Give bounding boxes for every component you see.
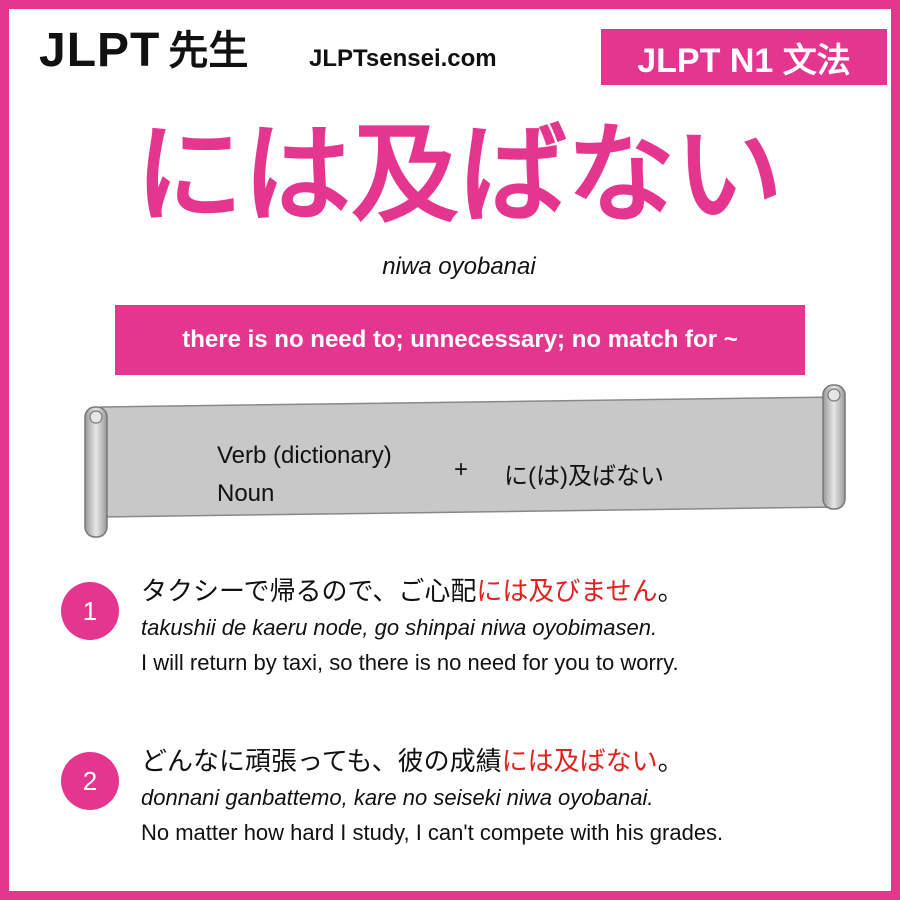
formula-plus: + bbox=[454, 456, 469, 483]
site-url[interactable]: JLPTsensei.com bbox=[309, 45, 497, 73]
example-english: I will return by taxi, so there is no ne… bbox=[141, 650, 679, 675]
formula-verb: Verb (dictionary) bbox=[217, 442, 392, 469]
level-badge: JLPT N1 文法 bbox=[601, 29, 887, 85]
jp-highlight: には及びません bbox=[476, 576, 658, 606]
jp-punct: 。 bbox=[657, 576, 684, 606]
jp-highlight: には及ばない bbox=[501, 746, 658, 776]
formula-pattern: に(は)及ばない bbox=[504, 463, 664, 490]
example-romaji: donnani ganbattemo, kare no seiseki niwa… bbox=[141, 785, 654, 810]
example-number-badge: 1 bbox=[61, 582, 119, 640]
logo-text: JLPT bbox=[39, 24, 161, 77]
example-romaji: takushii de kaeru node, go shinpai niwa … bbox=[141, 615, 658, 640]
jp-punct: 。 bbox=[657, 746, 684, 776]
example-english: No matter how hard I study, I can't comp… bbox=[141, 820, 724, 845]
grammar-romaji: niwa oyobanai bbox=[382, 253, 536, 280]
page-frame: JLPT 先生 JLPTsensei.com JLPT N1 文法 には及ばない… bbox=[0, 0, 900, 900]
jp-text: どんなに頑張っても、彼の成績 bbox=[141, 746, 502, 776]
grammar-title: には及ばない bbox=[134, 114, 783, 235]
example-japanese: タクシーで帰るので、ご心配には及びません。 bbox=[141, 574, 861, 608]
example-number-badge: 2 bbox=[61, 752, 119, 810]
example-japanese: どんなに頑張っても、彼の成績には及ばない。 bbox=[141, 744, 861, 778]
formula-left: Verb (dictionary) Noun bbox=[217, 437, 392, 513]
logo-kanji: 先生 bbox=[168, 29, 249, 73]
site-logo[interactable]: JLPT 先生 bbox=[39, 27, 248, 75]
formula-noun: Noun bbox=[217, 480, 275, 507]
meaning-banner: there is no need to; unnecessary; no mat… bbox=[115, 305, 805, 375]
jp-text: タクシーで帰るので、ご心配 bbox=[141, 576, 477, 606]
